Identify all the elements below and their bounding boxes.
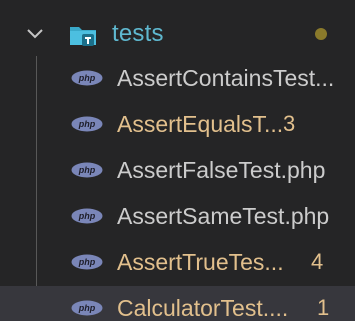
problem-count-badge: 1	[317, 295, 330, 320]
svg-text:php: php	[78, 257, 96, 267]
file-row[interactable]: php CalculatorTest.... 1	[0, 286, 355, 321]
file-name: AssertTrueTes...	[117, 249, 284, 275]
file-row[interactable]: php AssertEqualsT... 3	[0, 102, 355, 146]
php-icon: php	[71, 70, 103, 86]
file-name: AssertContainsTest...	[117, 65, 335, 91]
file-row[interactable]: php AssertFalseTest.php	[0, 148, 355, 192]
file-name: CalculatorTest....	[117, 295, 289, 321]
file-row[interactable]: php AssertSameTest.php	[0, 194, 355, 238]
problem-count-badge: 4	[311, 249, 324, 274]
file-explorer-tree: tests php AssertContainsTest... php AssertE…	[0, 0, 355, 321]
svg-text:php: php	[78, 211, 96, 221]
svg-text:php: php	[78, 165, 96, 175]
problem-count-badge: 3	[283, 111, 296, 136]
folder-test-icon	[70, 27, 96, 46]
file-row[interactable]: php AssertContainsTest...	[0, 56, 355, 100]
php-icon: php	[71, 162, 103, 178]
modified-indicator-dot	[315, 28, 327, 40]
file-name: AssertSameTest.php	[117, 203, 330, 229]
chevron-down-icon[interactable]	[23, 22, 47, 46]
php-icon: php	[71, 254, 103, 270]
php-icon: php	[71, 116, 103, 132]
folder-row-tests[interactable]: tests	[0, 12, 355, 56]
folder-name: tests	[112, 20, 164, 47]
file-name: AssertEqualsT...	[117, 111, 284, 137]
svg-text:php: php	[78, 73, 96, 83]
file-row[interactable]: php AssertTrueTes... 4	[0, 240, 355, 284]
svg-text:php: php	[78, 303, 96, 313]
php-icon: php	[71, 300, 103, 316]
file-name: AssertFalseTest.php	[117, 157, 326, 183]
svg-text:php: php	[78, 119, 96, 129]
php-icon: php	[71, 208, 103, 224]
